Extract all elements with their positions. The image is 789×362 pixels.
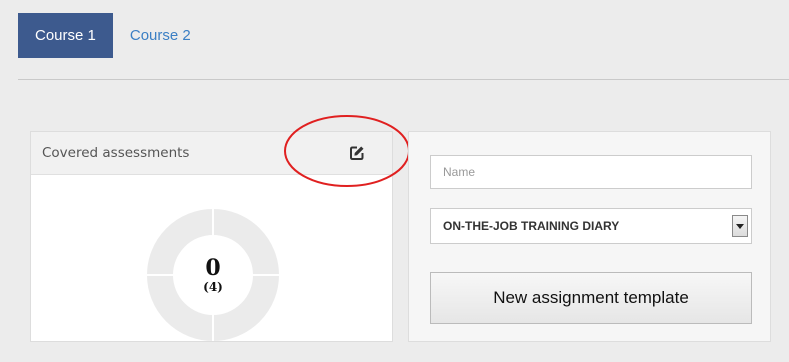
name-input[interactable] <box>430 155 752 189</box>
donut-value: 0 <box>205 255 221 281</box>
donut-center: 0 (4) <box>147 209 279 341</box>
tab-course-2[interactable]: Course 2 <box>113 13 208 58</box>
assessment-donut: 0 (4) <box>147 209 279 341</box>
covered-assessments-panel: Covered assessments 0 (4) <box>30 131 393 342</box>
covered-assessments-title: Covered assessments <box>42 145 190 161</box>
assignment-type-select[interactable]: ON-THE-JOB TRAINING DIARY <box>430 208 752 244</box>
tab-course-1[interactable]: Course 1 <box>18 13 113 58</box>
new-assignment-template-button[interactable]: New assignment template <box>430 272 752 324</box>
template-form-panel: ON-THE-JOB TRAINING DIARY New assignment… <box>408 131 771 342</box>
chevron-down-icon[interactable] <box>732 215 748 237</box>
covered-assessments-header: Covered assessments <box>31 132 392 175</box>
assignment-type-value: ON-THE-JOB TRAINING DIARY <box>443 219 620 233</box>
edit-icon[interactable] <box>348 144 366 162</box>
course-tabs: Course 1 Course 2 <box>18 13 208 58</box>
tabs-divider <box>18 79 789 80</box>
donut-subvalue: (4) <box>203 280 223 294</box>
